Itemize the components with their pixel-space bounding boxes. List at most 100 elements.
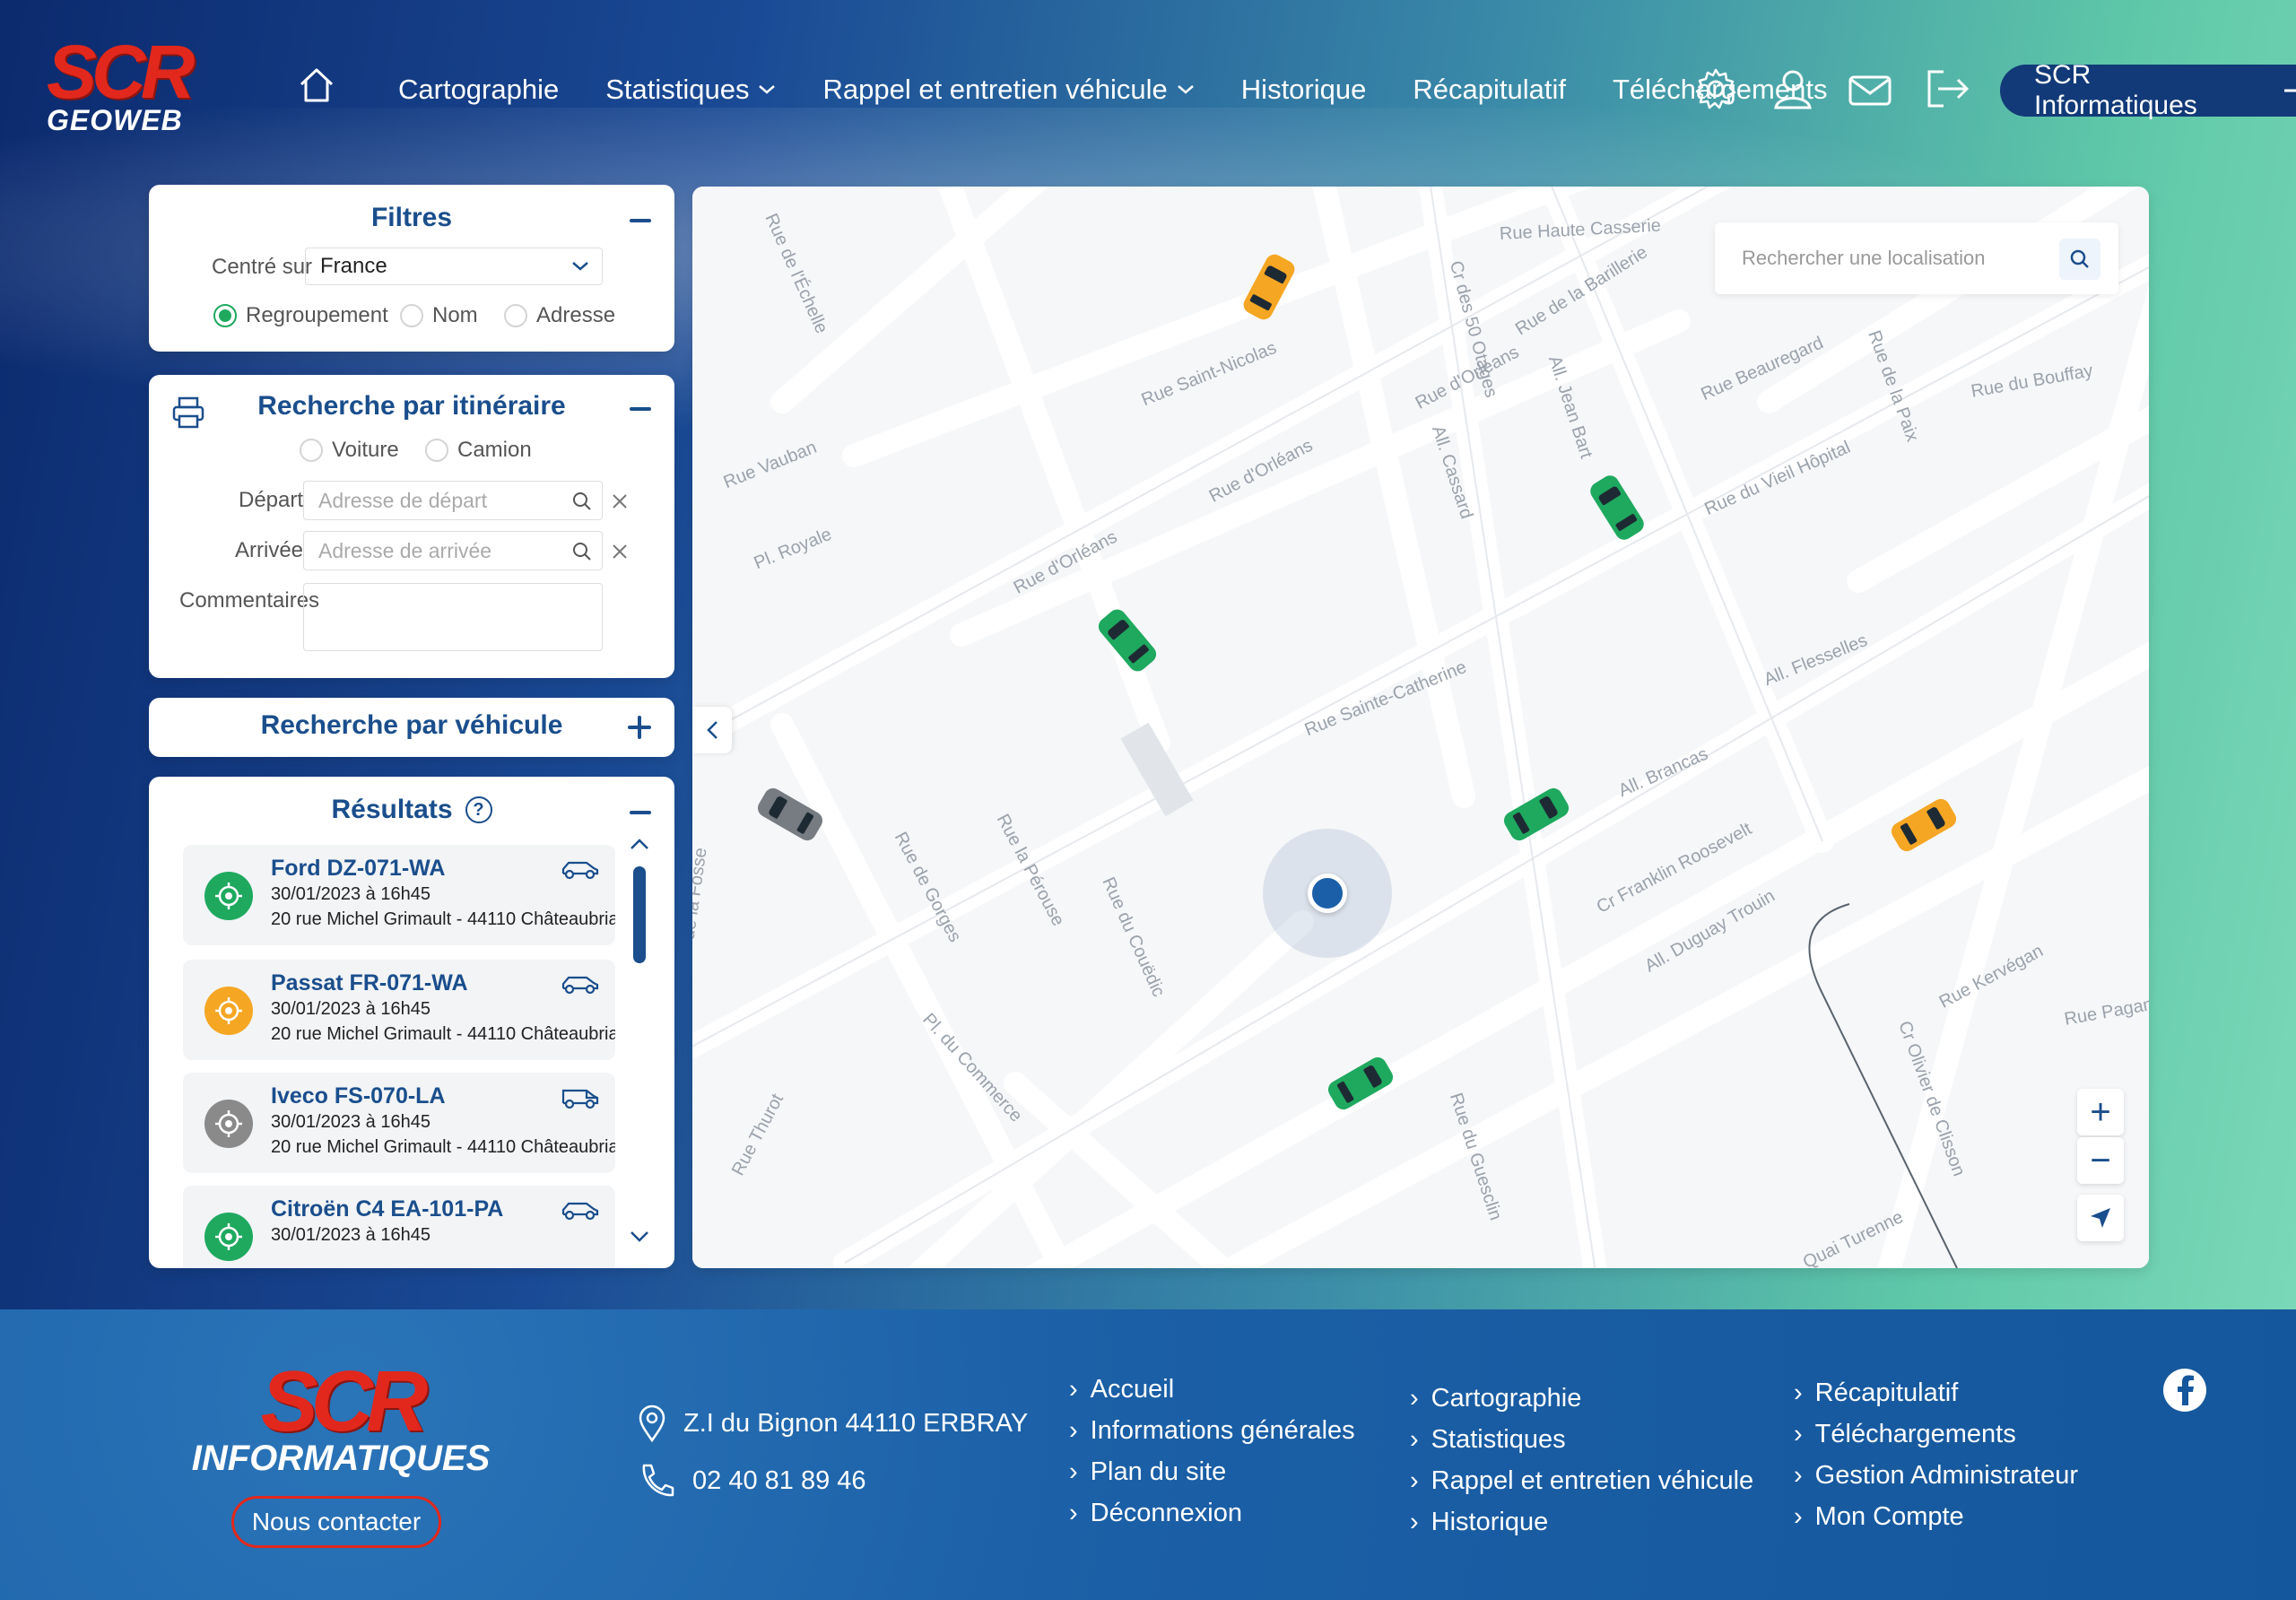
collapse-sidebar-button[interactable]	[692, 707, 732, 753]
vehicle-name: Ford DZ-071-WA	[271, 856, 446, 881]
footer-address: Z.I du Bignon 44110 ERBRAY	[637, 1404, 1028, 1442]
result-item[interactable]: Passat FR-071-WA 30/01/2023 à 16h45 20 r…	[183, 960, 615, 1060]
cta-label: SCR Informatiques	[2034, 60, 2197, 120]
results-panel: Résultats ? Ford DZ-071-WA 30/01/2023 à …	[149, 777, 674, 1268]
zoom-out-button[interactable]: −	[2077, 1137, 2124, 1184]
footer-link-statistiques[interactable]: › Statistiques	[1410, 1419, 1753, 1460]
vehicle-name: Iveco FS-070-LA	[271, 1083, 446, 1109]
radio-camion[interactable]: Camion	[425, 438, 532, 463]
vehicle-name: Citroën C4 EA-101-PA	[271, 1196, 504, 1222]
chevron-down-icon	[572, 262, 588, 271]
scroll-up-icon[interactable]	[630, 838, 649, 850]
footer-link-compte[interactable]: › Mon Compte	[1794, 1496, 2078, 1537]
depart-input[interactable]: Adresse de départ	[303, 481, 603, 520]
location-status-icon	[204, 987, 253, 1035]
footer-link-telechargements[interactable]: › Téléchargements	[1794, 1413, 2078, 1455]
collapse-itinerary-button[interactable]	[630, 407, 651, 411]
clear-icon[interactable]	[612, 543, 628, 560]
facebook-icon[interactable]	[2163, 1369, 2206, 1412]
zoom-in-button[interactable]: +	[2077, 1089, 2124, 1135]
vehicle-name: Passat FR-071-WA	[271, 970, 468, 996]
current-position-marker[interactable]	[1308, 874, 1347, 913]
settings-icon[interactable]	[1690, 63, 1742, 115]
footer-link-deconnexion[interactable]: › Déconnexion	[1069, 1492, 1355, 1534]
footer-link-historique[interactable]: › Historique	[1410, 1501, 1753, 1543]
footer-link-gestion[interactable]: › Gestion Administrateur	[1794, 1455, 2078, 1496]
vehicle-search-title: Recherche par véhicule	[260, 710, 563, 740]
footer-links-col3: › Récapitulatif › Téléchargements › Gestion…	[1794, 1372, 2078, 1537]
geoweb-logo[interactable]: SCR GEOWEB	[47, 34, 199, 142]
locate-me-button[interactable]	[2077, 1195, 2124, 1241]
footer-address-text: Z.I du Bignon 44110 ERBRAY	[683, 1408, 1029, 1438]
top-header: SCR GEOWEB Cartographie Statistiques Rap…	[0, 0, 2296, 179]
result-item[interactable]: Iveco FS-070-LA 30/01/2023 à 16h45 20 ru…	[183, 1073, 615, 1173]
vehicle-date: 30/01/2023 à 16h45	[271, 1225, 430, 1245]
contact-button[interactable]: Nous contacter	[231, 1496, 441, 1548]
nav-item-rappel[interactable]: Rappel et entretien véhicule	[822, 66, 1194, 113]
location-status-icon	[204, 1213, 253, 1261]
nav-item-cartographie[interactable]: Cartographie	[398, 66, 559, 113]
location-search-input[interactable]: Rechercher une localisation	[1715, 222, 2118, 294]
footer-phone[interactable]: 02 40 81 89 46	[637, 1462, 866, 1500]
itinerary-title: Recherche par itinéraire	[257, 391, 566, 421]
footer-link-accueil[interactable]: › Accueil	[1069, 1369, 1355, 1410]
scr-informatiques-button[interactable]: SCR Informatiques	[2000, 60, 2296, 120]
radio-adresse[interactable]: Adresse	[504, 303, 615, 328]
help-icon[interactable]: ?	[465, 796, 492, 823]
footer-link-cartographie[interactable]: › Cartographie	[1410, 1378, 1753, 1419]
clear-icon[interactable]	[612, 493, 628, 509]
depart-label: Départ	[239, 488, 304, 512]
search-icon[interactable]	[571, 541, 593, 562]
result-item[interactable]: Ford DZ-071-WA 30/01/2023 à 16h45 20 rue…	[183, 845, 615, 945]
radio-regroupement[interactable]: Regroupement	[213, 303, 388, 328]
itinerary-panel: Recherche par itinéraire Voiture Camion …	[149, 375, 674, 678]
collapse-filters-button[interactable]	[630, 219, 651, 222]
depart-placeholder: Adresse de départ	[318, 488, 487, 512]
map-view[interactable]: Rue Haute Casserie Rue de la Barillerie …	[692, 187, 2149, 1268]
location-status-icon	[204, 1100, 253, 1148]
logo-mark: SCR	[47, 30, 195, 114]
footer-link-infos[interactable]: › Informations générales	[1069, 1410, 1355, 1451]
footer-link-rappel[interactable]: › Rappel et entretien véhicule	[1410, 1460, 1753, 1501]
vehicle-date: 30/01/2023 à 16h45	[271, 1112, 430, 1132]
nav-item-historique[interactable]: Historique	[1241, 66, 1367, 113]
filters-title: Filtres	[370, 203, 453, 232]
results-header: Résultats ?	[149, 795, 674, 825]
user-icon[interactable]	[1767, 63, 1819, 115]
center-label: Centré sur	[212, 255, 313, 279]
location-search-placeholder: Rechercher une localisation	[1742, 247, 1986, 269]
van-icon	[561, 1089, 599, 1109]
footer-links-col2: › Cartographie › Statistiques › Rappel et e…	[1410, 1378, 1753, 1543]
logout-icon[interactable]	[1921, 63, 1973, 115]
car-icon	[561, 1202, 599, 1221]
footer-logo-subtitle: INFORMATIQUES	[191, 1439, 491, 1478]
radio-nom[interactable]: Nom	[400, 303, 478, 328]
chevron-down-icon	[1177, 85, 1194, 94]
footer-link-recapitulatif[interactable]: › Récapitulatif	[1794, 1372, 2078, 1413]
search-icon[interactable]	[571, 491, 593, 512]
navigation-arrow-icon	[2091, 1208, 2110, 1228]
nav-item-recapitulatif[interactable]: Récapitulatif	[1413, 66, 1566, 113]
comments-textarea[interactable]	[303, 583, 603, 651]
footer-phone-text: 02 40 81 89 46	[692, 1465, 866, 1495]
result-item[interactable]: Citroën C4 EA-101-PA 30/01/2023 à 16h45	[183, 1186, 615, 1268]
radio-dot	[400, 304, 423, 327]
arrival-input[interactable]: Adresse de arrivée	[303, 531, 603, 570]
vehicle-search-panel[interactable]: Recherche par véhicule	[149, 698, 674, 757]
footer-logo[interactable]: SCR INFORMATIQUES	[179, 1359, 502, 1479]
results-title: Résultats	[331, 795, 453, 824]
mail-icon[interactable]	[1844, 63, 1896, 115]
radio-dot	[300, 439, 323, 462]
search-icon[interactable]	[2059, 239, 2100, 280]
radio-voiture[interactable]: Voiture	[300, 438, 399, 463]
home-icon[interactable]	[296, 65, 341, 109]
map-pin-icon	[639, 1404, 665, 1442]
main-nav: Cartographie Statistiques Rappel et entr…	[398, 66, 1874, 113]
collapse-results-button[interactable]	[630, 811, 651, 814]
nav-item-statistiques[interactable]: Statistiques	[605, 66, 776, 113]
expand-vehicle-search-button[interactable]	[628, 716, 651, 739]
results-scrollbar[interactable]	[633, 866, 646, 963]
footer-link-plan[interactable]: › Plan du site	[1069, 1451, 1355, 1492]
center-select[interactable]: France	[305, 248, 603, 285]
scroll-down-icon[interactable]	[630, 1230, 649, 1243]
